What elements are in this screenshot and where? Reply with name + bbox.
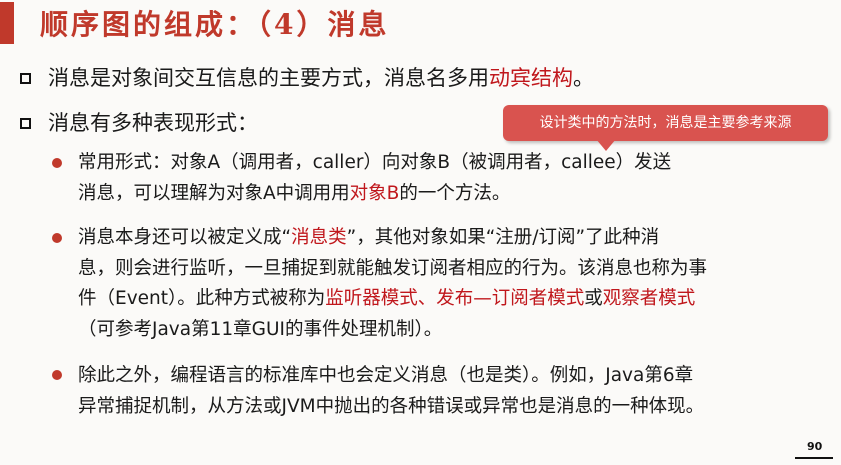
bullet-message-forms: 消息有多种表现形式： [20, 108, 258, 138]
text-line: 异常捕捉机制，从方法或JVM中抛出的各种错误或异常也是消息的一种体现。 [78, 395, 705, 417]
text-span: 消息本身还可以被定义成“ [78, 227, 292, 248]
highlight-observer-pattern: 观察者模式 [602, 288, 696, 309]
callout-box: 设计类中的方法时，消息是主要参考来源 [503, 105, 828, 141]
bullet-text: 消息有多种表现形式： [48, 111, 258, 135]
bullet-text: 消息是对象间交互信息的主要方式，消息名多用 [48, 66, 489, 90]
highlight-message-class: 消息类 [291, 227, 347, 248]
highlight-verb-object: 动宾结构 [489, 66, 573, 90]
text-line: 消息本身还可以被定义成“消息类”，其他对象如果“注册/订阅”了此种消 [78, 223, 818, 254]
sub-bullet-common-form: 常用形式：对象A（调用者，caller）向对象B（被调用者，callee）发送 … [78, 148, 818, 209]
bullet-message-main-way: 消息是对象间交互信息的主要方式，消息名多用动宾结构。 [20, 63, 594, 93]
slide-title-bar: 顺序图的组成：（4）消息 [0, 0, 841, 46]
sub-bullet-standard-library: 除此之外，编程语言的标准库中也会定义消息（也是类）。例如，Java第6章 异常捕… [78, 361, 818, 422]
slide-title: 顺序图的组成：（4）消息 [40, 8, 390, 41]
round-bullet-icon [52, 233, 62, 243]
text-line: 息，则会进行监听，一旦捕捉到就能触发订阅者相应的行为。该消息也称为事 [78, 257, 708, 279]
round-bullet-icon [52, 158, 62, 168]
callout-text: 设计类中的方法时，消息是主要参考来源 [539, 115, 792, 131]
text-line: （可参考Java第11章GUI的事件处理机制）。 [78, 318, 443, 340]
highlight-object-b: 对象B [349, 182, 400, 204]
square-bullet-icon [20, 73, 31, 84]
text-span: 或 [584, 288, 603, 309]
text-line: 消息，可以理解为对象A中调用用对象B的一个方法。 [78, 179, 818, 210]
text-span: 件（Event）。此种方式被称为 [78, 288, 326, 309]
page-number: 90 [807, 440, 823, 453]
text-span: ”，其他对象如果“注册/订阅”了此种消 [346, 227, 660, 248]
page-number-underline [795, 457, 833, 459]
square-bullet-icon [20, 118, 31, 129]
sub-bullet-message-class: 消息本身还可以被定义成“消息类”，其他对象如果“注册/订阅”了此种消 息，则会进… [78, 223, 818, 345]
text-span: 的一个方法。 [399, 182, 511, 204]
text-line: 常用形式：对象A（调用者，caller）向对象B（被调用者，callee）发送 [78, 152, 672, 173]
title-accent-bar [0, 2, 14, 44]
highlight-listener-pattern: 监听器模式、发布—订阅者模式 [325, 288, 585, 309]
text-line: 除此之外，编程语言的标准库中也会定义消息（也是类）。例如，Java第6章 [78, 365, 694, 386]
text-span: 消息，可以理解为对象A中调用用 [78, 182, 350, 204]
round-bullet-icon [52, 370, 62, 380]
bullet-text-end: 。 [573, 66, 594, 90]
text-line: 件（Event）。此种方式被称为监听器模式、发布—订阅者模式或观察者模式 [78, 284, 818, 315]
